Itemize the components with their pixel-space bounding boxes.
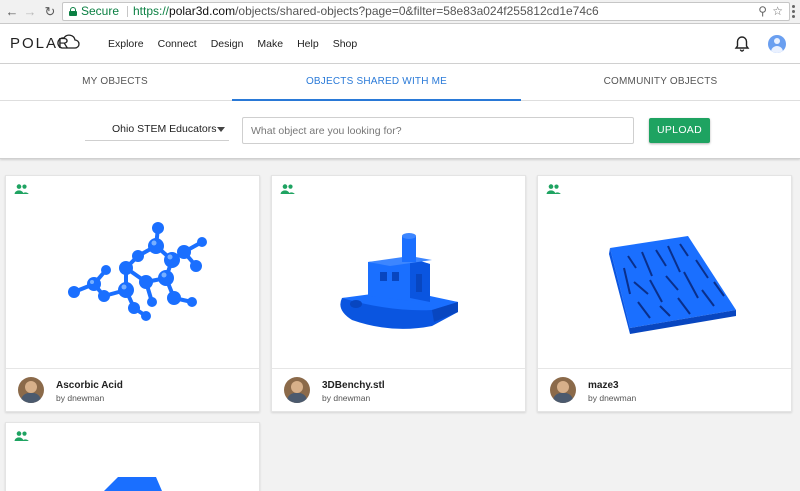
url-host: polar3d.com — [169, 4, 236, 18]
upload-button[interactable]: UPLOAD — [649, 118, 710, 143]
url-path: /objects/shared-objects?page=0&filter=58… — [235, 4, 599, 18]
object-card[interactable]: Ascorbic Acid by dnewman — [5, 175, 260, 412]
url-protocol: https:// — [133, 4, 170, 18]
nav-help[interactable]: Help — [297, 38, 319, 50]
app-header: POLAR Explore Connect Design Make Help S… — [0, 24, 800, 64]
filter-bar: Ohio STEM Educators UPLOAD — [0, 101, 800, 159]
browser-menu-icon[interactable] — [792, 5, 796, 19]
tab-my-objects[interactable]: MY OBJECTS — [0, 64, 230, 101]
forward-arrow-icon[interactable]: → — [22, 4, 38, 20]
bookmark-star-icon[interactable]: ☆ — [772, 3, 783, 20]
owner-avatar[interactable] — [284, 377, 310, 403]
dropdown-caret-icon — [217, 127, 225, 132]
tab-community-objects[interactable]: COMMUNITY OBJECTS — [521, 64, 800, 101]
back-arrow-icon[interactable]: ← — [4, 4, 20, 20]
object-card[interactable]: 3DBenchy.stl by dnewman — [271, 175, 526, 412]
object-card[interactable]: maze3 by dnewman — [537, 175, 792, 412]
lock-icon — [69, 7, 77, 16]
object-owner: by dnewman — [56, 393, 105, 403]
object-name[interactable]: Ascorbic Acid — [56, 380, 123, 391]
object-name[interactable]: 3DBenchy.stl — [322, 380, 385, 391]
nav-make[interactable]: Make — [257, 38, 283, 50]
shared-people-icon — [14, 184, 29, 194]
owner-avatar[interactable] — [18, 377, 44, 403]
secure-label: Secure — [81, 4, 120, 18]
address-bar[interactable]: Secure https://polar3d.com/objects/share… — [62, 2, 790, 21]
object-thumbnail[interactable] — [538, 198, 792, 368]
user-avatar[interactable] — [768, 35, 786, 53]
object-thumbnail[interactable] — [272, 198, 526, 368]
card-footer: Ascorbic Acid by dnewman — [6, 368, 259, 411]
object-owner: by dnewman — [588, 393, 637, 403]
url-text[interactable]: https://polar3d.com/objects/shared-objec… — [133, 3, 599, 20]
shared-people-icon — [280, 184, 295, 194]
card-footer: maze3 by dnewman — [538, 368, 791, 411]
object-thumbnail[interactable] — [6, 445, 260, 491]
nav-explore[interactable]: Explore — [108, 38, 144, 50]
nav-connect[interactable]: Connect — [158, 38, 197, 50]
group-select[interactable]: Ohio STEM Educators — [85, 117, 229, 141]
main-nav: Explore Connect Design Make Help Shop — [108, 38, 371, 50]
zoom-icon[interactable]: ⚲ — [758, 3, 767, 20]
object-search-input[interactable] — [242, 117, 634, 144]
group-select-value: Ohio STEM Educators — [112, 123, 217, 135]
browser-toolbar: ← → ↻ Secure https://polar3d.com/objects… — [0, 0, 800, 24]
reload-icon[interactable]: ↻ — [42, 4, 58, 20]
cloud-logo-icon[interactable] — [56, 33, 80, 51]
object-card[interactable] — [5, 422, 260, 491]
notification-bell-icon[interactable] — [734, 35, 750, 53]
shared-people-icon — [546, 184, 561, 194]
url-divider — [127, 6, 128, 17]
nav-shop[interactable]: Shop — [333, 38, 358, 50]
object-thumbnail[interactable] — [6, 198, 260, 368]
shared-people-icon — [14, 431, 29, 441]
object-name[interactable]: maze3 — [588, 380, 619, 391]
object-owner: by dnewman — [322, 393, 371, 403]
owner-avatar[interactable] — [550, 377, 576, 403]
card-footer: 3DBenchy.stl by dnewman — [272, 368, 525, 411]
object-tabs: MY OBJECTS OBJECTS SHARED WITH ME COMMUN… — [0, 64, 800, 101]
tab-shared-with-me[interactable]: OBJECTS SHARED WITH ME — [232, 64, 521, 101]
nav-design[interactable]: Design — [211, 38, 244, 50]
